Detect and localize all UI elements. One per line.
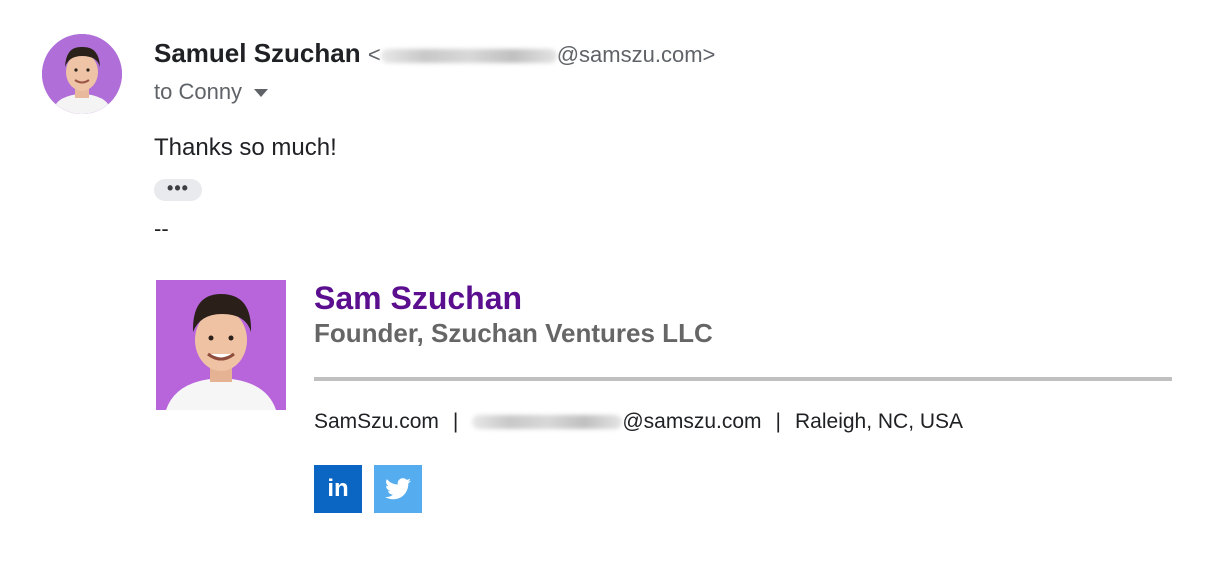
separator: | <box>452 410 459 433</box>
avatar-photo <box>42 34 122 114</box>
show-trimmed-content-button[interactable]: ••• <box>154 179 202 201</box>
recipients-toggle[interactable]: to Conny <box>154 79 269 105</box>
signature-delimiter: -- <box>154 216 169 241</box>
signature-name: Sam Szuchan <box>314 280 523 316</box>
chevron-down-icon[interactable] <box>254 89 269 98</box>
website-link[interactable]: SamSzu.com <box>314 410 439 433</box>
signature-email-link[interactable]: @samszu.com <box>472 410 762 433</box>
linkedin-icon[interactable]: in <box>314 465 362 513</box>
message-body: Thanks so much! <box>154 134 337 161</box>
redacted-text <box>380 49 557 64</box>
signature-photo-image <box>156 280 286 410</box>
signature-contact-line: SamSzu.com | @samszu.com | Raleigh, NC, USA <box>314 410 963 434</box>
twitter-icon[interactable] <box>374 465 422 513</box>
signature-divider <box>314 377 1172 381</box>
linkedin-glyph: in <box>327 475 349 502</box>
redacted-text <box>472 415 623 430</box>
separator: | <box>775 410 781 433</box>
twitter-bird-icon <box>385 478 411 500</box>
sender-avatar[interactable] <box>42 34 122 114</box>
sender-name: Samuel Szuchan <box>154 38 361 68</box>
recipients-label: to Conny <box>154 79 243 104</box>
location: Raleigh, NC, USA <box>795 410 964 433</box>
signature-photo <box>156 280 286 410</box>
signature-title: Founder, Szuchan Ventures LLC <box>314 318 713 348</box>
sender-line: Samuel Szuchan < @samszu.com> <box>154 36 715 72</box>
sender-address: < @samszu.com> <box>367 42 716 67</box>
